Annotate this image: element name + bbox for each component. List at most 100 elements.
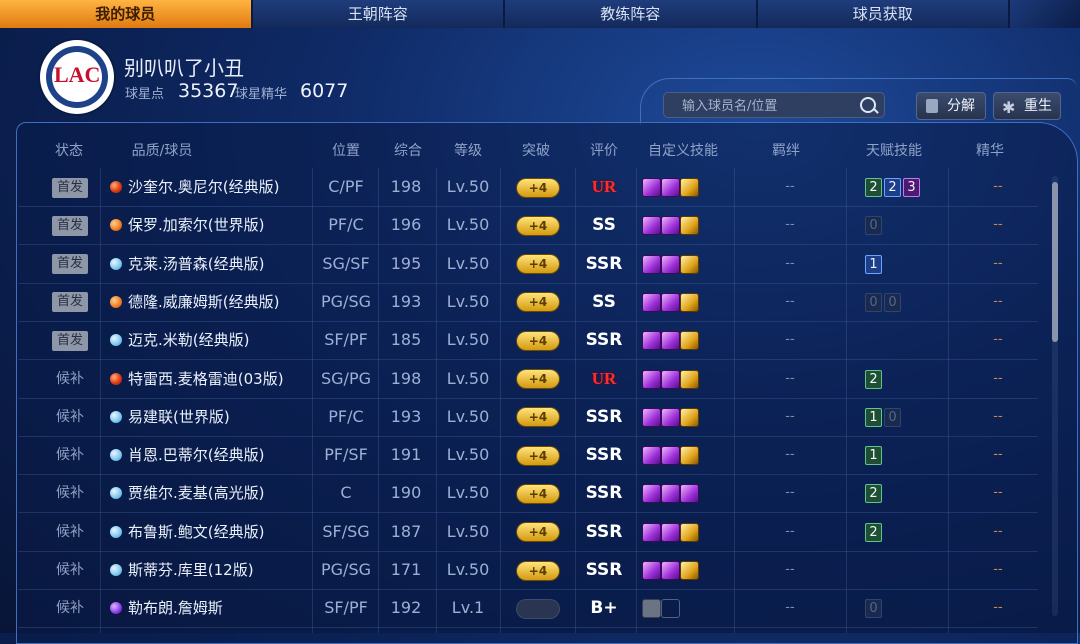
breakthrough-badge[interactable]: +4 <box>517 370 559 388</box>
player-name[interactable]: 易建联(世界版) <box>128 398 230 436</box>
player-name[interactable]: 贾维尔.麦基(高光版) <box>128 474 264 512</box>
table-row[interactable]: 候补 特雷西.麦格雷迪(03版) SG/PG 198 Lv.50 +4 UR -- 2 -- <box>18 360 1038 399</box>
search-box[interactable] <box>663 92 885 119</box>
custom-skill-icon[interactable] <box>681 523 698 541</box>
player-name[interactable]: 保罗.加索尔(世界版) <box>128 206 264 244</box>
custom-skill-icon[interactable] <box>662 408 679 426</box>
talent-level-badge[interactable]: 3 <box>903 178 920 197</box>
search-icon[interactable] <box>860 97 876 113</box>
breakthrough-badge[interactable]: +4 <box>517 446 559 465</box>
custom-skill-icon[interactable] <box>662 562 679 579</box>
player-name[interactable]: 勒布朗.詹姆斯 <box>128 589 223 627</box>
custom-skill-icon[interactable] <box>681 217 698 235</box>
custom-skill-icon[interactable] <box>643 217 660 235</box>
custom-skill-icon[interactable] <box>643 293 660 311</box>
team-logo-text: LAC <box>54 62 101 87</box>
talent-level-badge[interactable]: 2 <box>865 522 882 542</box>
custom-skill-icon[interactable] <box>662 370 679 388</box>
custom-skill-icon[interactable] <box>643 485 660 503</box>
table-row[interactable]: 候补 斯蒂芬.库里(12版) PG/SG 171 Lv.50 +4 SSR -- -- <box>18 551 1038 590</box>
table-row[interactable]: 首发 德隆.威廉姆斯(经典版) PG/SG 193 Lv.50 +4 SS -- 0 0 -- <box>18 283 1038 322</box>
breakthrough-badge[interactable]: +4 <box>517 255 559 274</box>
talent-level-badge[interactable]: 0 <box>884 292 901 312</box>
decompose-button[interactable]: 分解 <box>916 92 986 120</box>
custom-skill-icon[interactable] <box>643 370 660 388</box>
custom-skill-icon[interactable] <box>662 332 679 350</box>
player-name[interactable]: 肖恩.巴蒂尔(经典版) <box>128 436 264 474</box>
position-cell: SG/PG <box>321 368 371 388</box>
talent-level-badge[interactable]: 2 <box>865 369 882 389</box>
table-row[interactable]: 候补 布鲁斯.鲍文(经典版) SF/SG 187 Lv.50 +4 SSR -- 2 -- <box>18 513 1038 552</box>
table-row[interactable]: 候补 勒布朗.詹姆斯 SF/PF 192 Lv.1 B+ -- 0 -- <box>18 589 1038 629</box>
breakthrough-badge[interactable]: +4 <box>517 331 559 350</box>
talent-level-badge[interactable]: 2 <box>884 178 901 197</box>
table-row[interactable]: 候补 易建联(世界版) PF/C 193 Lv.50 +4 SSR -- 1 0 -- <box>18 398 1038 437</box>
custom-skill-icon[interactable] <box>643 332 660 350</box>
talent-level-badge[interactable]: 1 <box>865 446 882 466</box>
breakthrough-badge[interactable]: +4 <box>517 484 559 503</box>
table-row[interactable]: 首发 沙奎尔.奥尼尔(经典版) C/PF 198 Lv.50 +4 UR -- 2 2 3 -- <box>18 168 1038 207</box>
custom-skill-icon[interactable] <box>643 179 660 196</box>
custom-skill-icon[interactable] <box>643 447 660 465</box>
custom-skill-icon[interactable] <box>662 293 679 311</box>
talent-level-badge[interactable]: 0 <box>865 599 882 619</box>
player-name[interactable]: 布鲁斯.鲍文(经典版) <box>128 513 264 551</box>
search-input[interactable] <box>664 93 874 119</box>
custom-skill-icon[interactable] <box>681 255 698 273</box>
breakthrough-badge[interactable]: +4 <box>517 523 559 542</box>
talent-level-badge[interactable]: 0 <box>865 216 882 236</box>
table-row[interactable]: 首发 保罗.加索尔(世界版) PF/C 196 Lv.50 +4 SS -- 0 -- <box>18 206 1038 246</box>
player-name[interactable]: 斯蒂芬.库里(12版) <box>128 551 254 589</box>
breakthrough-badge[interactable]: +4 <box>517 561 559 580</box>
player-name[interactable]: 克莱.汤普森(经典版) <box>128 245 264 283</box>
custom-skill-icon[interactable] <box>662 179 679 196</box>
lock-icon[interactable] <box>643 600 660 618</box>
custom-skill-icon[interactable] <box>681 447 698 465</box>
breakthrough-badge[interactable] <box>517 599 559 618</box>
rating-badge: SSR <box>585 560 623 580</box>
tab-player-acquire[interactable]: 球员获取 <box>757 0 1010 28</box>
team-logo[interactable]: LAC <box>40 40 114 114</box>
custom-skill-icon[interactable] <box>643 523 660 541</box>
custom-skill-icon[interactable] <box>662 217 679 235</box>
custom-skill-icon[interactable] <box>681 179 698 196</box>
talent-level-badge[interactable]: 2 <box>865 178 882 197</box>
table-row[interactable]: 首发 克莱.汤普森(经典版) SG/SF 195 Lv.50 +4 SSR -- 1 -- <box>18 245 1038 284</box>
table-row[interactable]: 候补 贾维尔.麦基(高光版) C 190 Lv.50 +4 SSR -- 2 -- <box>18 474 1038 514</box>
custom-skill-icon[interactable] <box>662 255 679 273</box>
talent-level-badge[interactable]: 0 <box>865 292 882 312</box>
custom-skills-cell <box>642 589 732 627</box>
empty-skill-slot[interactable] <box>662 600 679 617</box>
tab-dynasty-lineup[interactable]: 王朝阵容 <box>252 0 505 28</box>
custom-skill-icon[interactable] <box>681 408 698 426</box>
custom-skill-icon[interactable] <box>662 485 679 503</box>
talent-level-badge[interactable]: 1 <box>865 254 882 274</box>
scrollbar-thumb[interactable] <box>1052 182 1058 342</box>
player-name[interactable]: 特雷西.麦格雷迪(03版) <box>128 360 284 398</box>
table-row[interactable]: 候补 肖恩.巴蒂尔(经典版) PF/SF 191 Lv.50 +4 SSR -- 1 -- <box>18 436 1038 476</box>
rebirth-button[interactable]: ✱ 重生 <box>993 92 1061 120</box>
tab-coach-lineup[interactable]: 教练阵容 <box>505 0 758 28</box>
custom-skill-icon[interactable] <box>643 408 660 426</box>
talent-level-badge[interactable]: 1 <box>865 407 882 427</box>
player-name[interactable]: 沙奎尔.奥尼尔(经典版) <box>128 168 279 206</box>
player-name[interactable]: 迈克.米勒(经典版) <box>128 321 249 359</box>
custom-skill-icon[interactable] <box>643 562 660 579</box>
custom-skill-icon[interactable] <box>681 293 698 311</box>
custom-skill-icon[interactable] <box>662 447 679 465</box>
breakthrough-badge[interactable]: +4 <box>517 293 559 312</box>
custom-skill-icon[interactable] <box>681 370 698 388</box>
custom-skill-icon[interactable] <box>681 562 698 579</box>
custom-skill-icon[interactable] <box>681 485 698 503</box>
custom-skill-icon[interactable] <box>643 255 660 273</box>
table-row[interactable]: 首发 迈克.米勒(经典版) SF/PF 185 Lv.50 +4 SSR -- -- <box>18 321 1038 361</box>
breakthrough-badge[interactable]: +4 <box>517 408 559 427</box>
custom-skill-icon[interactable] <box>681 332 698 350</box>
breakthrough-badge[interactable]: +4 <box>517 178 559 197</box>
tab-my-players[interactable]: 我的球员 <box>0 0 253 28</box>
talent-level-badge[interactable]: 0 <box>884 407 901 427</box>
player-name[interactable]: 德隆.威廉姆斯(经典版) <box>128 283 279 321</box>
breakthrough-badge[interactable]: +4 <box>517 216 559 235</box>
talent-level-badge[interactable]: 2 <box>865 484 882 504</box>
custom-skill-icon[interactable] <box>662 523 679 541</box>
